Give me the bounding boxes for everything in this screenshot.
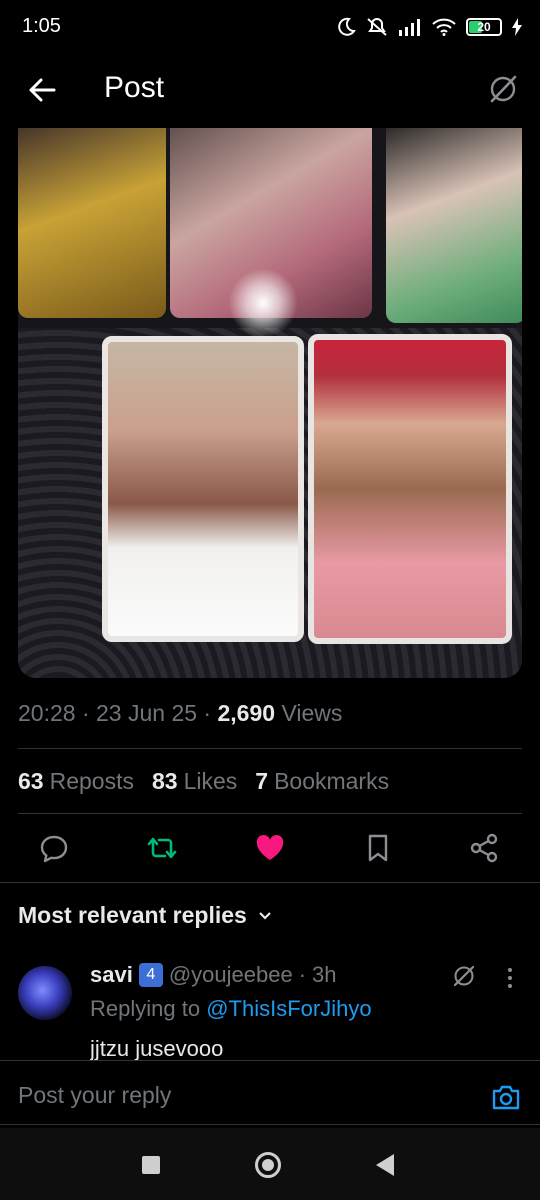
number-badge: 4	[138, 963, 163, 987]
page-title: Post	[104, 71, 165, 104]
repost-icon[interactable]	[144, 830, 180, 866]
replying-to: Replying to @ThisIsForJihyo	[90, 996, 372, 1021]
photocard-image	[386, 128, 522, 323]
views-count: 2,690	[217, 700, 276, 726]
reply-time: 3h	[312, 962, 337, 987]
post-meta: 20:28 · 23 Jun 25 · 2,690 Views	[18, 700, 343, 726]
status-icons: 20	[336, 14, 522, 40]
photocard-image	[102, 336, 304, 642]
reply-author-line: savi 4 @youjeebee · 3h	[90, 962, 337, 988]
grok-icon[interactable]	[452, 964, 476, 988]
signal-icon	[399, 19, 420, 36]
bookmark-icon[interactable]	[360, 830, 396, 866]
like-icon[interactable]	[252, 830, 288, 866]
status-time: 1:05	[22, 15, 61, 37]
reply-input[interactable]: Post your reply	[18, 1082, 171, 1109]
photocard-image	[18, 128, 166, 318]
divider	[0, 1060, 540, 1061]
replying-to-link[interactable]: @ThisIsForJihyo	[206, 996, 371, 1021]
mute-icon	[367, 18, 387, 36]
back-button[interactable]	[26, 74, 58, 106]
replies-heading: Most relevant replies	[18, 902, 247, 928]
moon-icon	[338, 17, 356, 36]
post-stats: 63 Reposts 83 Likes 7 Bookmarks	[18, 768, 389, 795]
divider	[18, 813, 522, 814]
reply-author-handle[interactable]: @youjeebee	[169, 962, 293, 988]
likes-stat[interactable]: 83 Likes	[152, 768, 237, 795]
divider	[0, 882, 540, 883]
replies-sort-dropdown[interactable]: Most relevant replies	[18, 902, 273, 929]
camera-icon[interactable]	[490, 1082, 522, 1112]
reply-icon[interactable]	[36, 830, 72, 866]
post-time: 20:28	[18, 700, 76, 726]
chevron-down-icon	[259, 911, 271, 920]
home-button[interactable]	[254, 1151, 282, 1179]
photocard-image	[308, 334, 512, 644]
views-label: Views	[281, 700, 343, 726]
divider	[18, 748, 522, 749]
light-glare	[228, 268, 298, 338]
status-bar: 1:05 20	[0, 0, 540, 56]
grok-icon[interactable]	[488, 74, 518, 104]
reply-text: jjtzu jusevooo	[90, 1036, 224, 1060]
divider	[0, 1124, 540, 1125]
separator-dot: ·	[298, 962, 307, 987]
recents-button[interactable]	[142, 1156, 160, 1174]
reposts-stat[interactable]: 63 Reposts	[18, 768, 134, 795]
reply-author-name[interactable]: savi	[90, 962, 133, 988]
post-media-image[interactable]	[18, 128, 522, 678]
charging-icon	[512, 18, 522, 36]
more-options-icon[interactable]	[500, 966, 520, 990]
wifi-icon	[432, 18, 456, 36]
post-date: 23 Jun 25	[96, 700, 198, 726]
battery-icon: 20	[466, 18, 502, 36]
share-icon[interactable]	[466, 830, 502, 866]
avatar[interactable]	[18, 966, 72, 1020]
top-app-bar: Post	[0, 56, 540, 126]
bookmarks-stat[interactable]: 7 Bookmarks	[255, 768, 389, 795]
system-back-button[interactable]	[374, 1152, 396, 1178]
